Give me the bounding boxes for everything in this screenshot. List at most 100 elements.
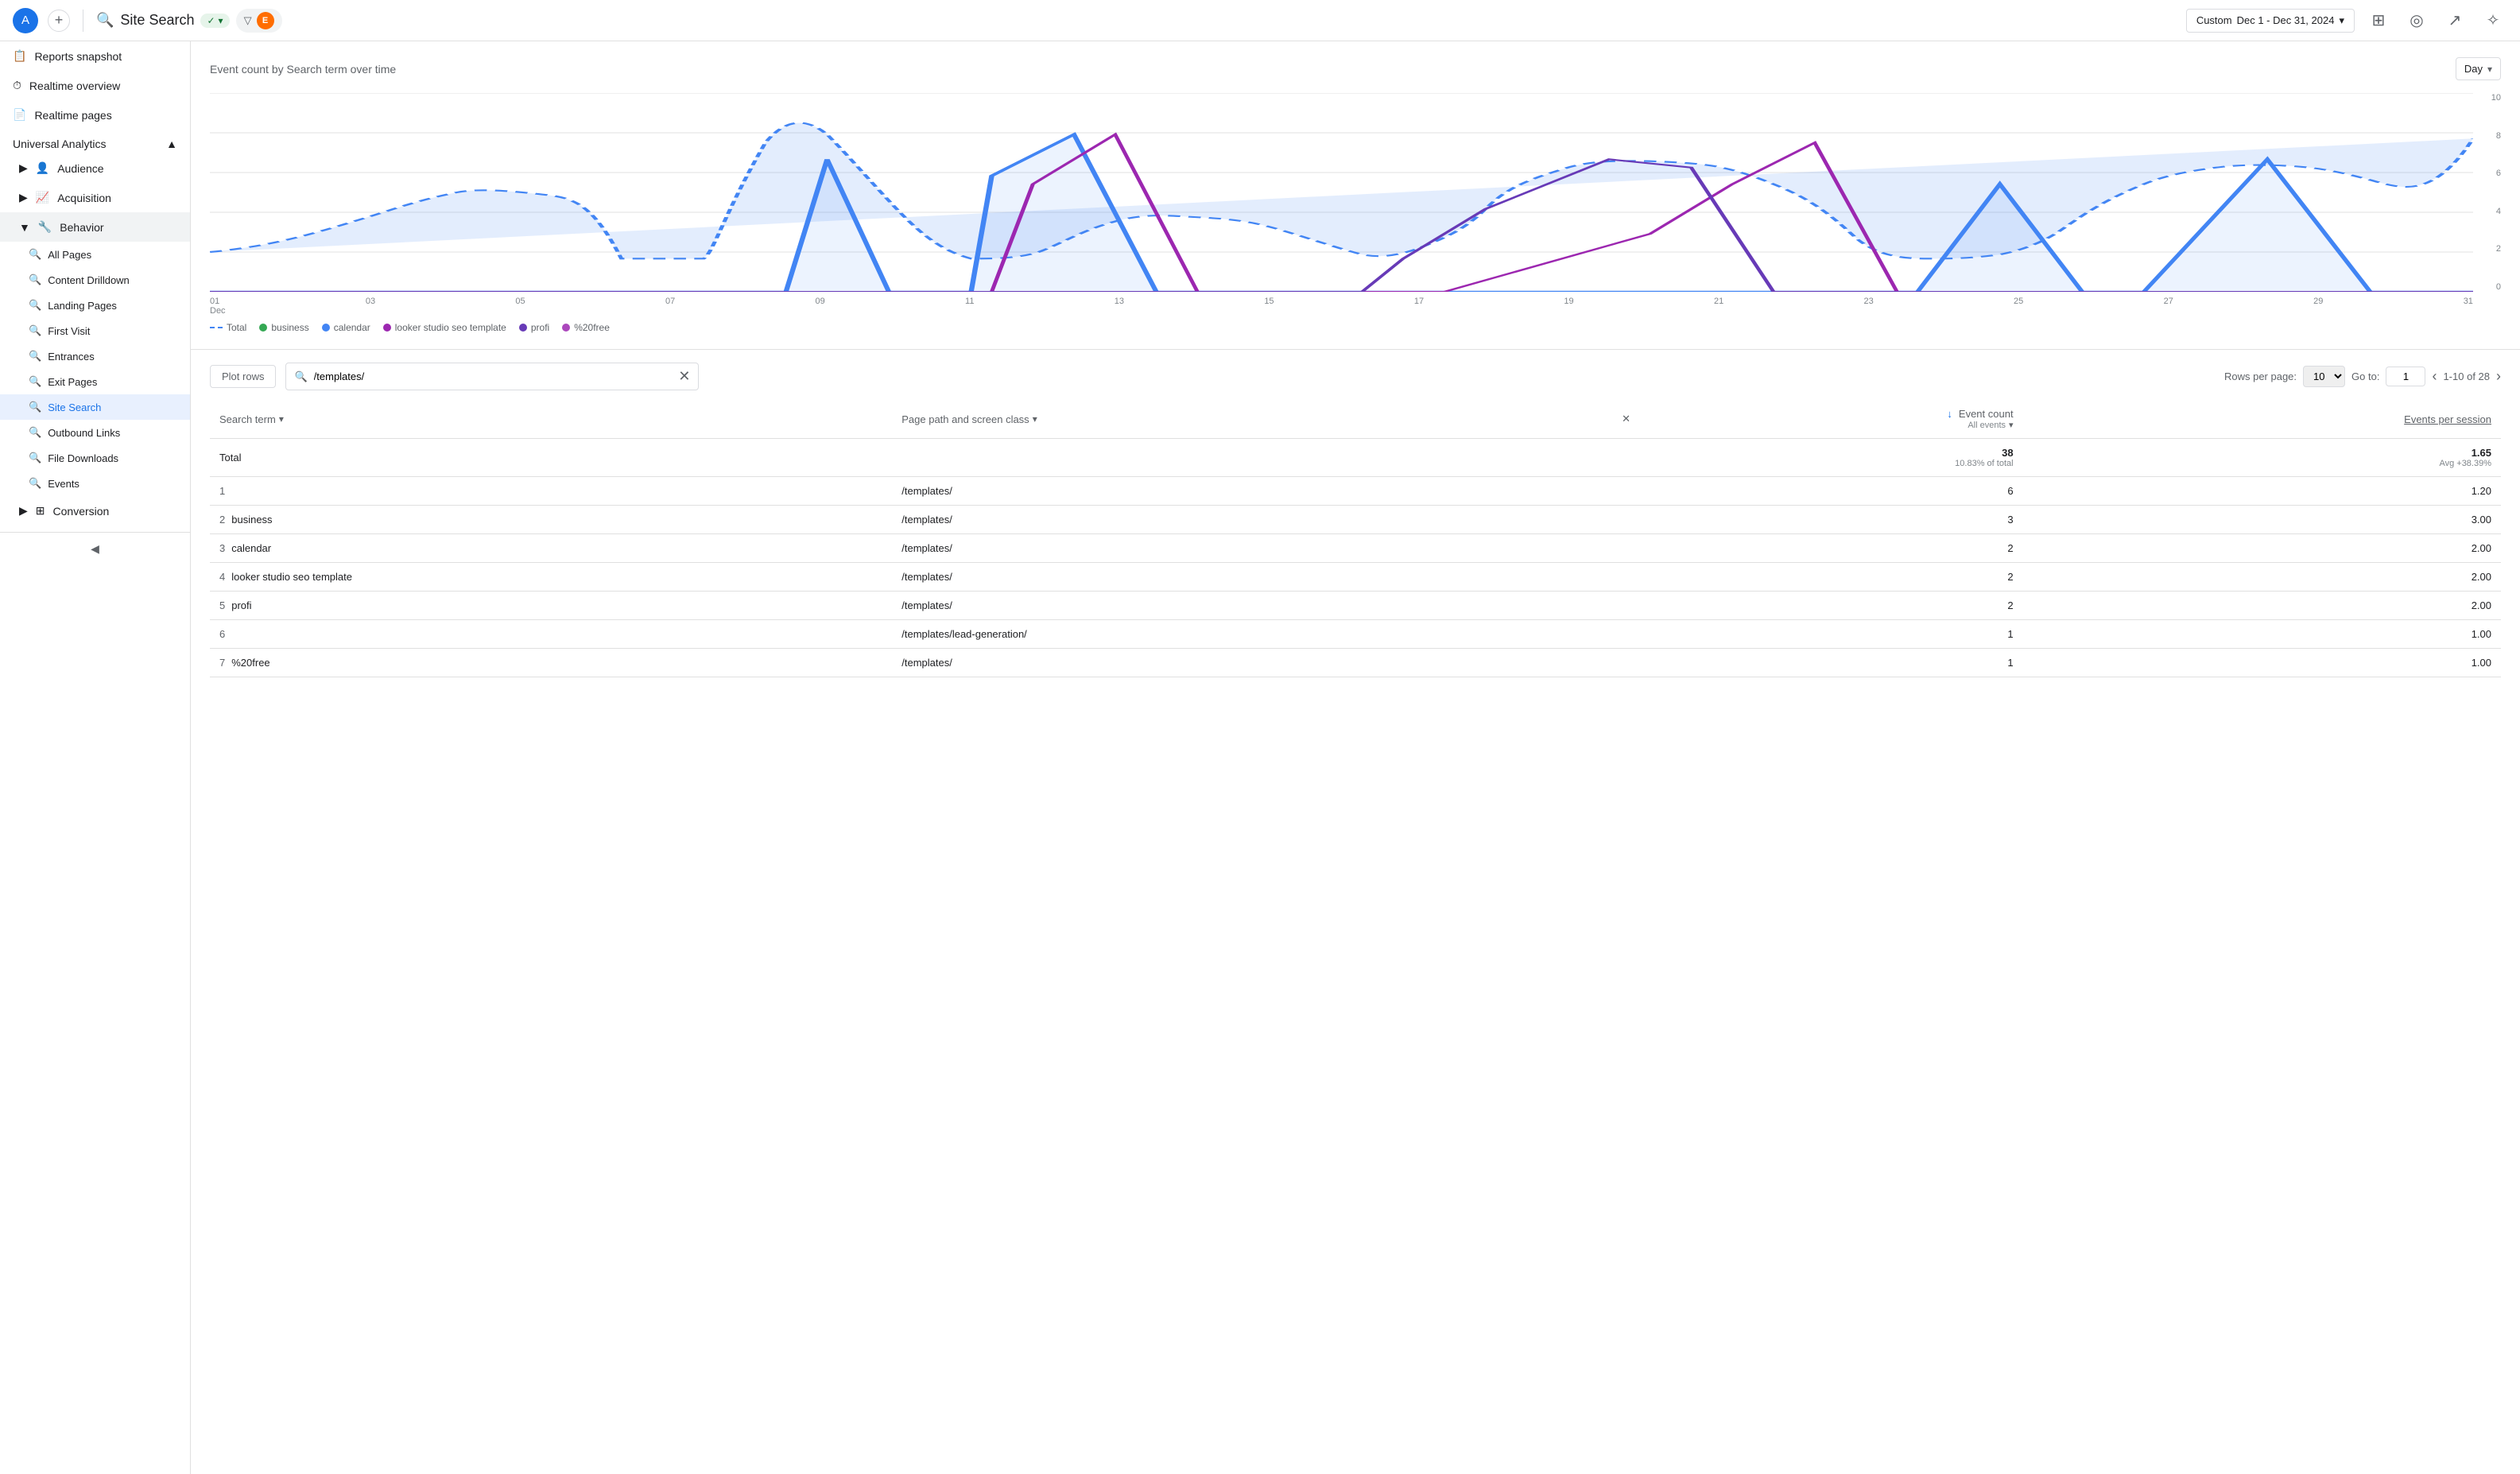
sidebar-item-realtime-pages[interactable]: 📄 Realtime pages [0,100,190,130]
row-page-path-6: /templates/lead-generation/ [892,620,1640,649]
legend-looker-dot [383,324,391,332]
legend-20free: %20free [562,322,610,333]
sidebar-item-realtime-overview[interactable]: ⏱ Realtime overview [0,71,190,100]
row-num-6: 6 [210,620,892,649]
goto-input[interactable] [2386,367,2425,386]
chart-container: 10 8 6 4 2 0 [210,93,2501,316]
collapse-icon: ◀ [91,542,99,556]
conversion-label: Conversion [53,505,110,518]
sidebar-sub-entrances[interactable]: 🔍 Entrances [0,343,190,369]
sidebar-item-reports-snapshot[interactable]: 📋 Reports snapshot [0,41,190,71]
data-table: Search term ▾ Page path and screen class… [210,400,2501,677]
magic-button[interactable]: ✧ [2479,6,2507,35]
sidebar-realtime-pages-label: Realtime pages [34,109,111,122]
landing-pages-label: Landing Pages [48,300,117,312]
sidebar-sub-first-visit[interactable]: 🔍 First Visit [0,318,190,343]
search-sub-icon-3: 🔍 [29,299,41,312]
y-label-2: 2 [2477,244,2501,254]
sidebar-sub-outbound-links[interactable]: 🔍 Outbound Links [0,420,190,445]
legend-profi-label: profi [531,322,549,333]
col-header-events-per-session[interactable]: Events per session [2023,400,2501,439]
x-13: 13 [1115,297,1124,316]
search-sub-icon-9: 🔍 [29,452,41,464]
expand-icon-conversion: ▶ [19,504,28,518]
sidebar-sub-site-search[interactable]: 🔍 Site Search [0,394,190,420]
row-num-2: 2business [210,506,892,534]
x-09: 09 [816,297,825,316]
date-dropdown-arrow: ▾ [2339,14,2344,27]
sidebar-sub-content-drilldown[interactable]: 🔍 Content Drilldown [0,267,190,293]
universal-analytics-label: Universal Analytics [13,138,107,150]
exit-pages-label: Exit Pages [48,376,97,388]
sidebar-item-conversion[interactable]: ▶ ⊞ Conversion [0,496,190,526]
check-dropdown[interactable]: ▾ [219,15,223,26]
row-num-7: 7%20free [210,649,892,677]
events-per-session-col-label: Events per session [2404,413,2491,425]
sidebar-sub-events[interactable]: 🔍 Events [0,471,190,496]
legend-profi-dot [519,324,527,332]
total-events-per-session: 1.65 Avg +38.39% [2023,439,2501,477]
plot-rows-button[interactable]: Plot rows [210,365,276,388]
table-row: 3calendar /templates/ 2 2.00 [210,534,2501,563]
events-label: Events [48,478,79,490]
search-input[interactable] [314,370,673,382]
sidebar-sub-file-downloads[interactable]: 🔍 File Downloads [0,445,190,471]
sidebar-sub-all-pages[interactable]: 🔍 All Pages [0,242,190,267]
entrances-label: Entrances [48,351,95,363]
event-count-col-label: Event count [1959,408,2014,420]
search-clear-button[interactable]: ✕ [678,368,690,385]
close-col-button[interactable]: ✕ [1622,413,1630,425]
acquisition-label: Acquisition [57,192,111,204]
row-event-count-1: 6 [1640,477,2023,506]
sidebar-item-behavior[interactable]: ▼ 🔧 Behavior [0,212,190,242]
acquisition-icon: 📈 [36,191,49,204]
sidebar-sub-exit-pages[interactable]: 🔍 Exit Pages [0,369,190,394]
sidebar-sub-landing-pages[interactable]: 🔍 Landing Pages [0,293,190,318]
sidebar-item-audience[interactable]: ▶ 👤 Audience [0,153,190,183]
share-button[interactable]: ↗ [2441,6,2469,35]
topbar-right: Custom Dec 1 - Dec 31, 2024 ▾ ⊞ ◎ ↗ ✧ [2186,6,2507,35]
next-page-button[interactable]: › [2496,368,2501,385]
col-header-page-path[interactable]: Page path and screen class ▾ ✕ [892,400,1640,439]
row-num-5: 5profi [210,592,892,620]
legend-total-label: Total [227,322,246,333]
day-dropdown-arrow: ▾ [2487,64,2492,75]
row-event-count-5: 2 [1640,592,2023,620]
content-drilldown-label: Content Drilldown [48,274,130,286]
page-info: 1-10 of 28 [2443,370,2490,382]
table-row: 7%20free /templates/ 1 1.00 [210,649,2501,677]
search-icon: 🔍 [96,12,114,29]
x-27: 27 [2164,297,2173,316]
chart-section: Event count by Search term over time Day… [191,41,2520,350]
search-bar: 🔍 ✕ [285,363,699,390]
rows-per-page-select[interactable]: 10 25 50 [2303,366,2345,387]
col-header-search-term[interactable]: Search term ▾ [210,400,892,439]
row-events-session-4: 2.00 [2023,563,2501,592]
table-row: 2business /templates/ 3 3.00 [210,506,2501,534]
row-page-path-5: /templates/ [892,592,1640,620]
collapse-sidebar-button[interactable]: ◀ [0,532,190,565]
prev-page-button[interactable]: ‹ [2432,368,2437,385]
add-button[interactable]: + [48,10,70,32]
insights-button[interactable]: ◎ [2402,6,2431,35]
day-select[interactable]: Day ▾ [2456,57,2501,80]
table-section: Plot rows 🔍 ✕ Rows per page: 10 25 50 Go… [191,350,2520,690]
comparison-button[interactable]: ⊞ [2364,6,2393,35]
table-row: 4looker studio seo template /templates/ … [210,563,2501,592]
check-badge[interactable]: ✓ ▾ [200,14,229,28]
sidebar-reports-snapshot-label: Reports snapshot [34,50,122,63]
search-term-col-label: Search term [219,413,276,425]
col-header-event-count[interactable]: ↓ Event count All events ▾ [1640,400,2023,439]
x-17: 17 [1414,297,1424,316]
expand-icon-behavior: ▼ [19,221,30,234]
sidebar-section-universal-analytics[interactable]: Universal Analytics ▲ [0,130,190,153]
search-sub-icon-5: 🔍 [29,350,41,363]
sidebar-item-acquisition[interactable]: ▶ 📈 Acquisition [0,183,190,212]
row-events-session-1: 1.20 [2023,477,2501,506]
date-range-button[interactable]: Custom Dec 1 - Dec 31, 2024 ▾ [2186,9,2355,33]
row-events-session-2: 3.00 [2023,506,2501,534]
row-page-path-1: /templates/ [892,477,1640,506]
sort-down-icon: ↓ [1947,408,1952,420]
chart-x-labels: 01Dec 03 05 07 09 11 13 15 17 19 21 23 2… [210,293,2473,316]
audience-label: Audience [57,162,103,175]
